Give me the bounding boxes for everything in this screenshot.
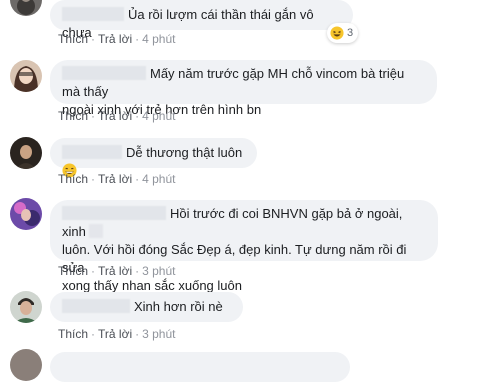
comment-actions: Thích · Trả lời · 3 phút <box>58 264 175 278</box>
comment-time[interactable]: 4 phút <box>142 109 175 123</box>
reaction-summary[interactable]: 3 <box>327 23 359 43</box>
comment-time[interactable]: 3 phút <box>142 327 175 341</box>
commenter-name[interactable] <box>62 299 130 313</box>
comment-text: Dễ thương thật luôn <box>126 145 243 160</box>
reply-link[interactable]: Trả lời <box>98 32 132 46</box>
separator-dot: · <box>91 264 96 278</box>
avatar[interactable] <box>10 349 42 381</box>
like-link[interactable]: Thích <box>58 109 88 123</box>
like-link[interactable]: Thích <box>58 264 88 278</box>
commenter-name[interactable] <box>62 7 124 21</box>
commenter-name[interactable] <box>62 66 146 80</box>
separator-dot: · <box>135 32 140 46</box>
reaction-count: 3 <box>347 27 354 39</box>
comment-time[interactable]: 4 phút <box>142 32 175 46</box>
separator-dot: · <box>91 327 96 341</box>
separator-dot: · <box>91 172 96 186</box>
separator-dot: · <box>91 109 96 123</box>
separator-dot: · <box>135 264 140 278</box>
separator-dot: · <box>135 172 140 186</box>
comment-text: Xinh hơn rồi nè <box>134 299 223 314</box>
comment-actions: Thích · Trả lời · 4 phút <box>58 32 175 46</box>
commenter-name[interactable] <box>62 145 122 159</box>
avatar[interactable] <box>10 198 42 230</box>
redacted-word <box>89 224 104 238</box>
like-link[interactable]: Thích <box>58 172 88 186</box>
avatar[interactable] <box>10 137 42 169</box>
like-link[interactable]: Thích <box>58 327 88 341</box>
reply-link[interactable]: Trả lời <box>98 264 132 278</box>
avatar[interactable] <box>10 0 42 16</box>
separator-dot: · <box>135 109 140 123</box>
separator-dot: · <box>91 32 96 46</box>
comment-actions: Thích · Trả lời · 4 phút <box>58 172 175 186</box>
reply-link[interactable]: Trả lời <box>98 109 132 123</box>
like-link[interactable]: Thích <box>58 32 88 46</box>
comment-actions: Thích · Trả lời · 3 phút <box>58 327 175 341</box>
avatar[interactable] <box>10 60 42 92</box>
comment-actions: Thích · Trả lời · 4 phút <box>58 109 175 123</box>
comment-bubble: Ủa rồi lượm cái thần thái gắn vô chưa <box>50 0 353 40</box>
comment-bubble: Hồi trước đi coi BNHVN gặp bả ở ngoài, x… <box>50 200 438 293</box>
separator-dot: · <box>135 327 140 341</box>
comment-time[interactable]: 4 phút <box>142 172 175 186</box>
avatar[interactable] <box>10 291 42 323</box>
laughing-emoji-icon <box>330 26 344 40</box>
reply-link[interactable]: Trả lời <box>98 327 132 341</box>
commenter-name[interactable] <box>62 206 166 220</box>
comment-bubble <box>50 352 350 382</box>
reply-link[interactable]: Trả lời <box>98 172 132 186</box>
comment-bubble: Dễ thương thật luôn <box>50 138 257 178</box>
comment-time[interactable]: 3 phút <box>142 264 175 278</box>
comment-bubble: Mấy năm trước gặp MH chỗ vincom bà triệu… <box>50 60 437 117</box>
comment-bubble: Xinh hơn rồi nè <box>50 292 243 322</box>
